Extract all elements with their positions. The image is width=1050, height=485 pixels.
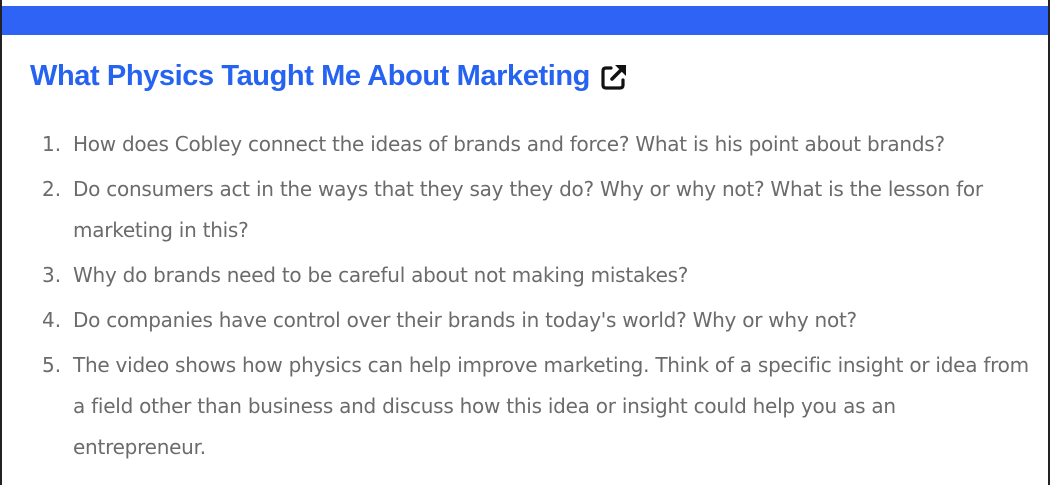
question-text: Do companies have control over their bra…: [73, 308, 857, 332]
external-link-icon[interactable]: [598, 61, 630, 93]
assignment-card: What Physics Taught Me About Marketing 1…: [0, 0, 1050, 485]
page-title-link[interactable]: What Physics Taught Me About Marketing: [30, 60, 590, 93]
question-text: Why do brands need to be careful about n…: [73, 263, 689, 287]
question-number: 5.: [42, 353, 62, 377]
header-accent-bar: [2, 6, 1048, 35]
question-text: How does Cobley connect the ideas of bra…: [73, 132, 945, 156]
list-item: 4. Do companies have control over their …: [42, 300, 1032, 341]
list-item: 3. Why do brands need to be careful abou…: [42, 255, 1032, 296]
question-number: 1.: [42, 132, 62, 156]
question-number: 3.: [42, 263, 62, 287]
question-number: 2.: [42, 177, 62, 201]
question-list: 1. How does Cobley connect the ideas of …: [42, 124, 1032, 472]
question-number: 4.: [42, 308, 62, 332]
list-item: 1. How does Cobley connect the ideas of …: [42, 124, 1032, 165]
title-row: What Physics Taught Me About Marketing: [30, 60, 630, 93]
list-item: 2. Do consumers act in the ways that the…: [42, 169, 1032, 251]
list-item: 5. The video shows how physics can help …: [42, 345, 1032, 468]
question-text: The video shows how physics can help imp…: [73, 353, 1029, 459]
question-text: Do consumers act in the ways that they s…: [73, 177, 983, 242]
